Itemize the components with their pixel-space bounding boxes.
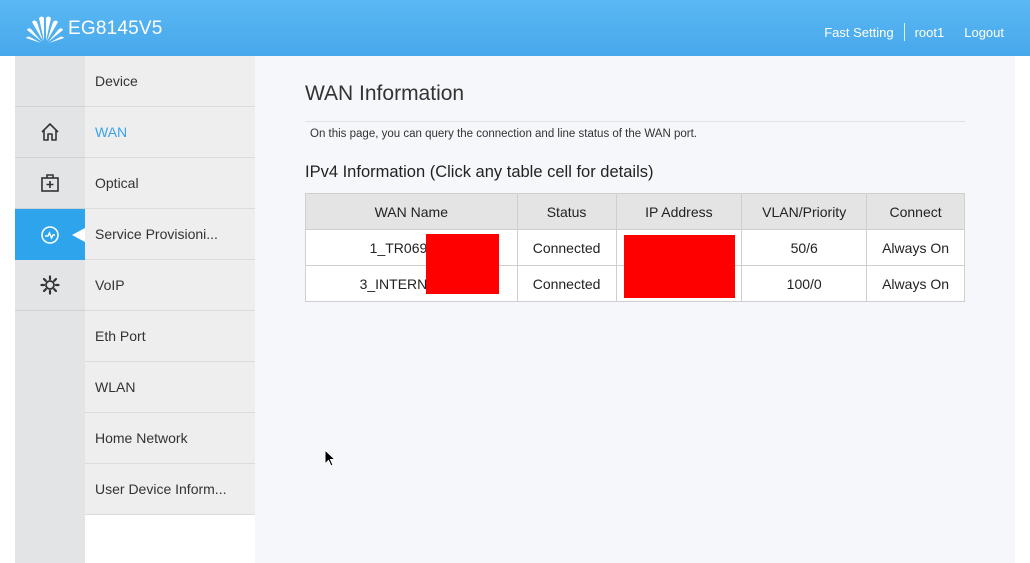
sidebar-item-home-network[interactable]: Home Network xyxy=(85,413,255,464)
cell-connect[interactable]: Always On xyxy=(866,265,965,302)
fast-setting-link[interactable]: Fast Setting xyxy=(824,25,893,40)
cell-wan-name[interactable]: 1_TR069_R_ xyxy=(305,229,518,294)
gear-icon xyxy=(40,275,60,295)
cell-vlan-priority[interactable]: 100/0 xyxy=(741,265,868,302)
redaction-block xyxy=(623,235,735,298)
page-title: WAN Information xyxy=(305,82,465,105)
device-model: EG8145V5 xyxy=(68,18,163,39)
huawei-logo-icon xyxy=(26,16,64,43)
top-nav: Fast Setting root1 Logout xyxy=(824,23,1004,41)
nav-separator xyxy=(903,23,905,41)
sidebar-item-eth-port[interactable]: Eth Port xyxy=(85,311,255,362)
section-title: IPv4 Information (Click any table cell f… xyxy=(305,163,654,181)
table-header-row: WAN Name Status IP Address VLAN/Priority… xyxy=(305,193,965,230)
medical-kit-icon xyxy=(41,174,59,192)
logout-link[interactable]: Logout xyxy=(964,25,1004,40)
col-header-status: Status xyxy=(516,193,617,230)
sidebar-item-service-provisioning[interactable]: Service Provisioni... xyxy=(85,209,255,260)
username-label[interactable]: root1 xyxy=(915,25,945,40)
page-description: On this page, you can query the connecti… xyxy=(310,128,697,140)
sidebar-item-voip[interactable]: VoIP xyxy=(85,260,255,311)
col-header-ip-address: IP Address xyxy=(615,193,743,230)
sidebar-item-optical[interactable]: Optical xyxy=(85,158,255,209)
sidebar-menu: Device WAN Optical Service Provisioni...… xyxy=(85,56,255,563)
cell-ip-address[interactable] xyxy=(615,229,743,298)
table-row[interactable]: 1_TR069_R_ Connected 50/6 Always On xyxy=(305,229,965,298)
rail-item-home[interactable] xyxy=(15,107,85,158)
sidebar-item-wan[interactable]: WAN xyxy=(85,107,255,158)
main-content: WAN Information On this page, you can qu… xyxy=(255,56,1015,563)
rail-item-diagnosis[interactable] xyxy=(15,209,97,260)
title-divider xyxy=(305,121,965,122)
col-header-connect: Connect xyxy=(866,193,965,230)
sidebar-item-wlan[interactable]: WLAN xyxy=(85,362,255,413)
wan-info-table: WAN Name Status IP Address VLAN/Priority… xyxy=(305,193,965,302)
sidebar-item-device[interactable]: Device xyxy=(85,56,255,107)
rail-item-maintenance[interactable] xyxy=(15,158,85,209)
cell-connect[interactable]: Always On xyxy=(866,229,965,266)
icon-rail xyxy=(15,56,97,563)
cell-status[interactable]: Connected xyxy=(516,229,617,266)
redaction-block xyxy=(426,234,499,294)
rail-blank xyxy=(15,56,85,107)
page-right-edge xyxy=(1015,56,1030,563)
col-header-wan-name: WAN Name xyxy=(305,193,518,230)
top-bar: EG8145V5 Fast Setting root1 Logout xyxy=(0,0,1030,56)
sidebar-item-user-device-information[interactable]: User Device Inform... xyxy=(85,464,255,515)
rail-item-settings[interactable] xyxy=(15,260,85,311)
mouse-cursor-icon xyxy=(324,449,337,467)
col-header-vlan-priority: VLAN/Priority xyxy=(741,193,868,230)
diagnosis-icon xyxy=(41,225,59,244)
brand-logo: EG8145V5 xyxy=(25,14,163,44)
cell-status[interactable]: Connected xyxy=(516,265,617,302)
home-icon xyxy=(41,123,59,141)
cell-vlan-priority[interactable]: 50/6 xyxy=(741,229,868,266)
